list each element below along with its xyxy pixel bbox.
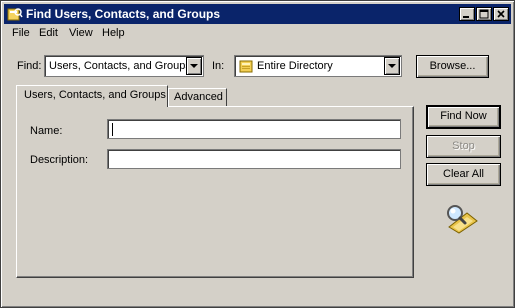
- find-label: Find:: [17, 60, 42, 72]
- tab-users-contacts-groups[interactable]: Users, Contacts, and Groups: [16, 85, 168, 107]
- find-type-dropdown-button[interactable]: [186, 57, 202, 75]
- tab-users-contacts-groups-label: Users, Contacts, and Groups: [24, 89, 166, 101]
- menu-file[interactable]: File: [12, 27, 30, 39]
- stop-button-label: Stop: [452, 140, 475, 152]
- menu-help[interactable]: Help: [102, 27, 125, 39]
- stop-button[interactable]: Stop: [426, 135, 501, 158]
- menu-edit[interactable]: Edit: [39, 27, 58, 39]
- clear-all-button-label: Clear All: [443, 168, 484, 180]
- browse-button[interactable]: Browse...: [416, 55, 489, 78]
- maximize-button[interactable]: [476, 7, 492, 21]
- tab-advanced-label: Advanced: [174, 91, 223, 103]
- text-caret: [112, 123, 113, 136]
- scope-select[interactable]: Entire Directory: [234, 55, 402, 77]
- tab-advanced[interactable]: Advanced: [168, 88, 227, 106]
- title-bar[interactable]: Find Users, Contacts, and Groups: [4, 4, 511, 24]
- window-title: Find Users, Contacts, and Groups: [26, 7, 221, 21]
- find-dialog-window: Find Users, Contacts, and Groups File Ed…: [0, 0, 515, 308]
- menu-view[interactable]: View: [69, 27, 93, 39]
- clear-all-button[interactable]: Clear All: [426, 163, 501, 186]
- name-label: Name:: [30, 125, 63, 137]
- scope-value: Entire Directory: [257, 60, 333, 72]
- find-now-button-label: Find Now: [440, 110, 487, 122]
- directory-search-icon: [7, 6, 23, 22]
- magnifier-search-icon: [441, 201, 481, 235]
- minimize-button[interactable]: [459, 7, 475, 21]
- scope-dropdown-button[interactable]: [384, 57, 400, 75]
- find-now-button[interactable]: Find Now: [426, 105, 501, 129]
- find-type-select[interactable]: Users, Contacts, and Groups: [44, 55, 204, 77]
- in-label: In:: [212, 60, 225, 72]
- description-input[interactable]: [107, 149, 401, 169]
- description-label: Description:: [30, 154, 89, 166]
- find-type-value: Users, Contacts, and Groups: [49, 60, 191, 72]
- browse-button-label: Browse...: [429, 60, 476, 72]
- name-input[interactable]: [107, 119, 401, 139]
- close-button[interactable]: [493, 7, 509, 21]
- directory-folder-icon: [239, 59, 253, 76]
- menu-bar: File Edit View Help: [4, 25, 511, 43]
